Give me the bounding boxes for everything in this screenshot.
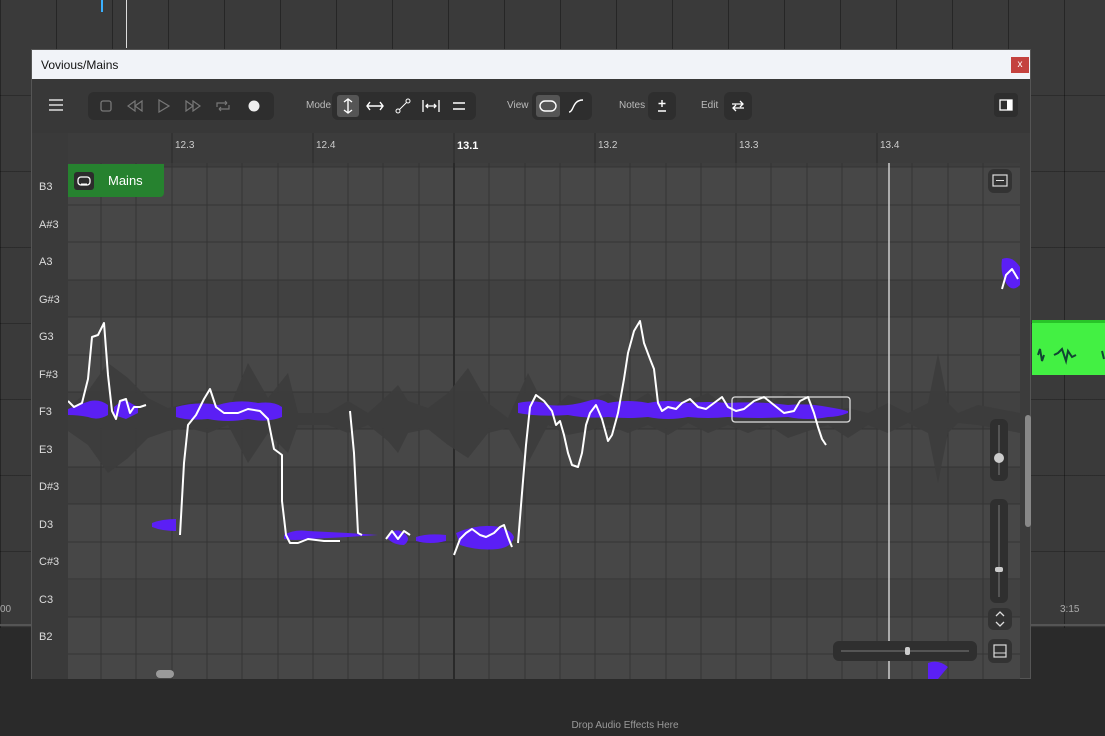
drop-effects-hint: Drop Audio Effects Here xyxy=(571,720,679,731)
key-label: B3 xyxy=(39,181,53,193)
blob-view-icon[interactable] xyxy=(536,95,560,117)
notes-group xyxy=(648,92,676,120)
track-pill[interactable]: Mains xyxy=(68,164,164,197)
loop-icon[interactable] xyxy=(212,96,234,116)
bar-ruler[interactable]: 12.3 12.4 13.1 13.2 13.3 13.4 xyxy=(68,133,1020,164)
panel-toggle-icon[interactable] xyxy=(988,639,1012,663)
pitch-mode-icon[interactable] xyxy=(337,95,359,117)
note-blob xyxy=(416,534,446,543)
track-name: Mains xyxy=(108,173,143,188)
horizontal-scrollbar[interactable] xyxy=(156,670,174,678)
timeline-label-right: 3:15 xyxy=(1060,604,1080,615)
note-blob xyxy=(152,519,176,531)
level-mode-icon[interactable] xyxy=(448,95,470,117)
fast-forward-icon[interactable] xyxy=(182,96,204,116)
vertical-scrollbar[interactable] xyxy=(1025,415,1031,527)
key-label: B2 xyxy=(39,631,53,643)
rewind-icon[interactable] xyxy=(124,96,146,116)
fit-view-icon[interactable] xyxy=(988,169,1012,193)
pitch-display xyxy=(68,163,1020,679)
mode-label: Mode xyxy=(306,100,332,111)
horizontal-zoom-slider[interactable] xyxy=(833,641,977,661)
edit-group xyxy=(724,92,752,120)
window-title: Vovious/Mains xyxy=(41,58,119,72)
plus-minus-icon[interactable] xyxy=(651,95,673,117)
window-titlebar[interactable]: Vovious/Mains x xyxy=(32,50,1030,79)
key-label: F3 xyxy=(39,406,52,418)
time-mode-icon[interactable] xyxy=(364,95,386,117)
sidebar-toggle-icon[interactable] xyxy=(994,93,1018,117)
edit-label: Edit xyxy=(701,100,719,111)
key-label: E3 xyxy=(39,444,53,456)
key-label: G#3 xyxy=(39,294,60,306)
key-label: D#3 xyxy=(39,481,60,493)
key-label: C#3 xyxy=(39,556,60,568)
key-label: F#3 xyxy=(39,369,58,381)
key-label: A#3 xyxy=(39,219,59,231)
audio-clip[interactable] xyxy=(1032,320,1105,375)
mode-group xyxy=(332,92,476,120)
vertical-scroll-slider[interactable] xyxy=(990,499,1008,603)
play-icon[interactable] xyxy=(154,96,174,116)
key-label: C3 xyxy=(39,594,54,606)
arrangement-top-track xyxy=(0,0,1105,48)
waveform-icon xyxy=(74,172,94,190)
toolbar: Mode View Notes Edit xyxy=(32,79,1030,133)
record-icon[interactable] xyxy=(244,96,264,116)
ruler-ticks xyxy=(171,133,878,163)
piano-keys: B3 A#3 A3 G#3 G3 F#3 F3 E3 D#3 D3 C#3 C3… xyxy=(32,133,68,679)
key-label: G3 xyxy=(39,331,54,343)
vertical-zoom-slider[interactable] xyxy=(990,419,1008,481)
stop-icon[interactable] xyxy=(96,96,116,116)
transport-group xyxy=(88,92,274,120)
loop-marker xyxy=(101,0,103,12)
note-blob xyxy=(928,661,948,679)
view-group xyxy=(532,92,592,120)
expand-vertical-icon[interactable] xyxy=(988,608,1012,630)
swap-icon[interactable] xyxy=(727,95,749,117)
key-label: D3 xyxy=(39,519,54,531)
curve-view-icon[interactable] xyxy=(564,95,588,117)
curve-mode-icon[interactable] xyxy=(392,95,414,117)
timeline-label-left: 00 xyxy=(0,604,12,615)
split-mode-icon[interactable] xyxy=(420,95,442,117)
clip-waveform xyxy=(1037,347,1105,365)
note-grid[interactable] xyxy=(68,163,1020,679)
close-button[interactable]: x xyxy=(1011,57,1029,73)
notes-label: Notes xyxy=(619,100,646,111)
view-label: View xyxy=(507,100,529,111)
playhead-line xyxy=(126,0,127,48)
key-label: A3 xyxy=(39,256,53,268)
note-blob xyxy=(284,530,378,540)
menu-icon[interactable] xyxy=(44,93,68,117)
pitch-editor-window: Vovious/Mains x Mode View Notes Edit B3 … xyxy=(31,49,1031,679)
